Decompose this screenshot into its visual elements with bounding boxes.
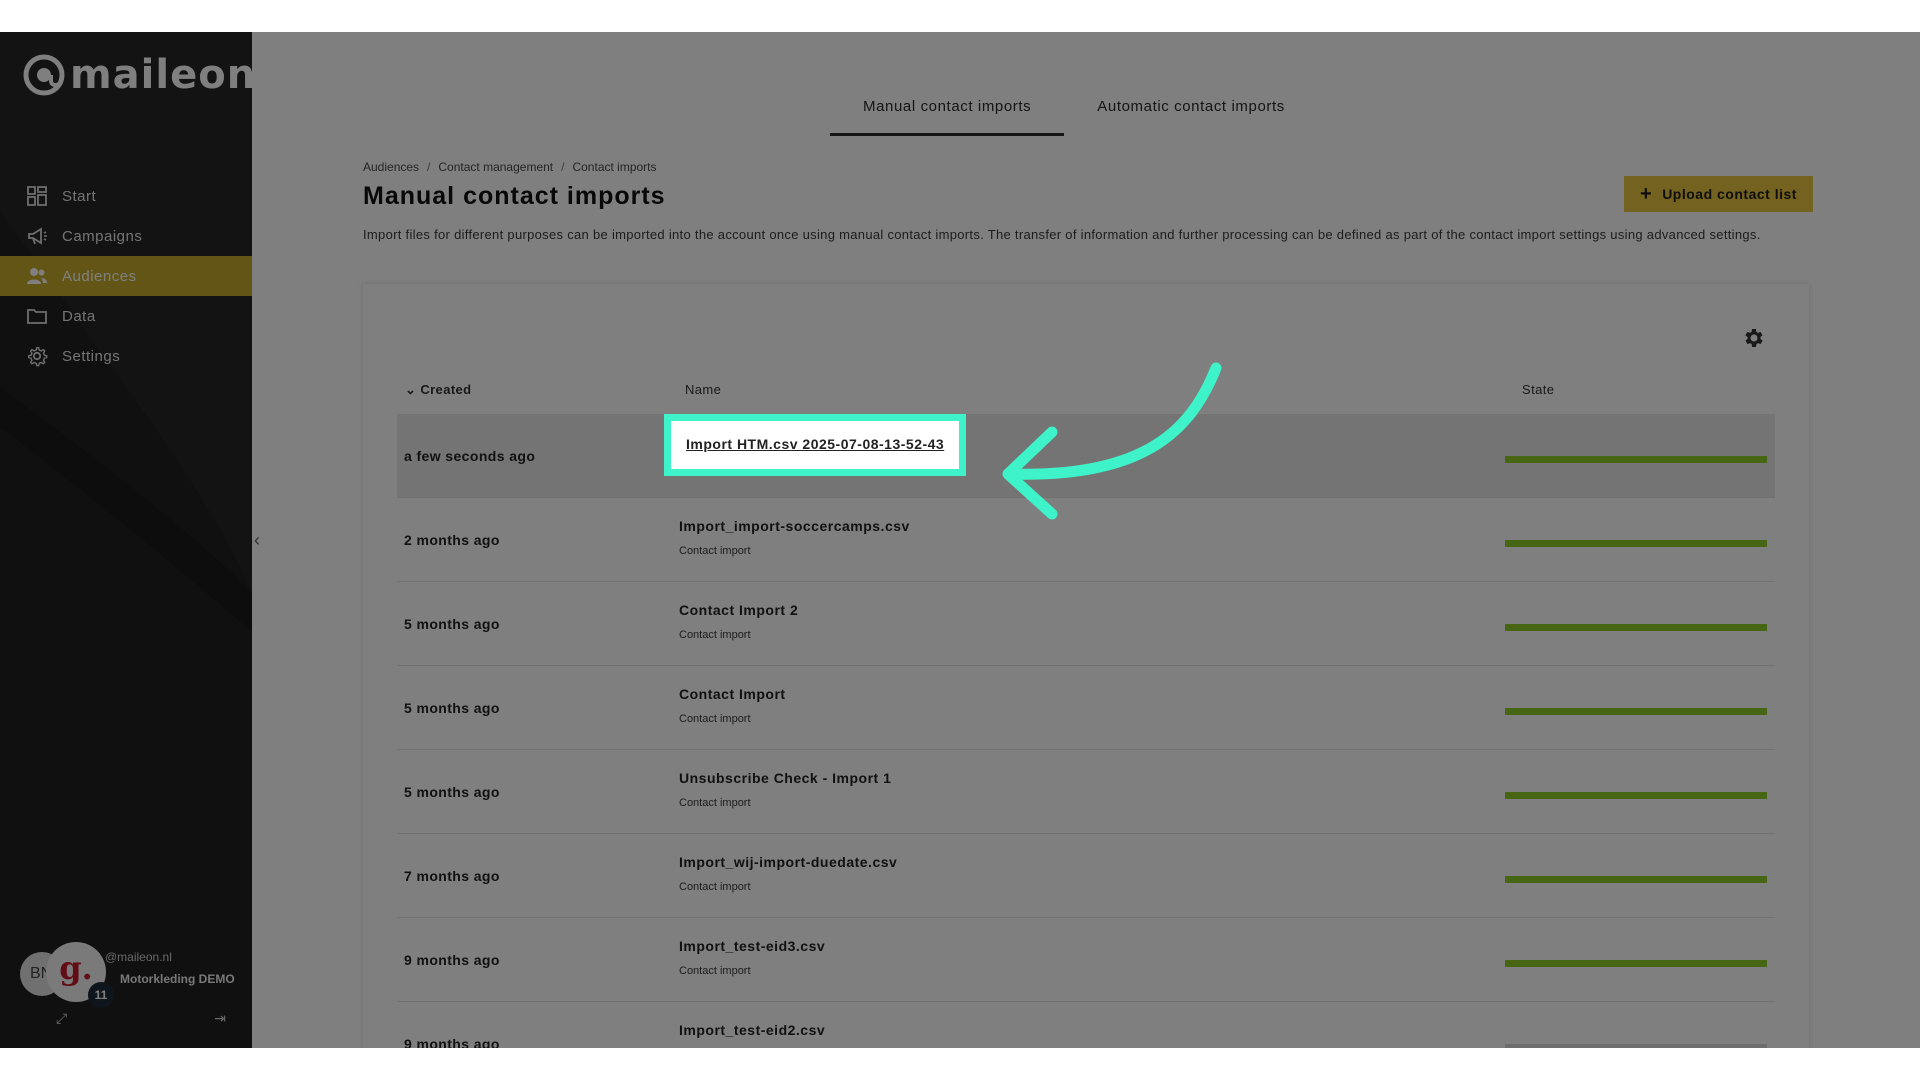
user-email: @maileon.nl <box>105 950 172 964</box>
row-created: 9 months ago <box>404 952 500 968</box>
row-name-link[interactable]: Import_test-eid3.csv <box>679 938 825 954</box>
sort-desc-icon: ⌄ <box>405 382 417 397</box>
row-created: 5 months ago <box>404 616 500 632</box>
account-name: Motorkleding DEMO <box>120 972 235 986</box>
row-state-bar <box>1505 624 1767 631</box>
row-state-fill <box>1505 456 1767 463</box>
sidebar: maileon Start Campaigns Audiences Data S… <box>0 32 252 1048</box>
page-description: Import files for different purposes can … <box>363 227 1761 242</box>
folder-icon <box>27 309 47 324</box>
breadcrumb-item-contact-management[interactable]: Contact management <box>438 160 553 174</box>
row-state-fill <box>1505 960 1767 967</box>
app-frame: maileon Start Campaigns Audiences Data S… <box>0 32 1920 1048</box>
expand-icon[interactable]: ⤢ <box>56 1010 67 1027</box>
tab-automatic-contact-imports[interactable]: Automatic contact imports <box>1064 84 1318 136</box>
row-created: 9 months ago <box>404 1036 500 1048</box>
table-row[interactable]: 5 months ago Contact Import 2 Contact im… <box>397 582 1775 666</box>
row-type: Contact import <box>679 629 751 641</box>
imports-table-body: a few seconds ago Import HTM.csv 2025-07… <box>397 414 1775 1048</box>
notification-badge[interactable]: 11 <box>88 982 114 1008</box>
table-row[interactable]: a few seconds ago Import HTM.csv 2025-07… <box>397 414 1775 498</box>
logout-icon[interactable]: ⇥ <box>214 1010 226 1027</box>
page-title: Manual contact imports <box>363 182 666 210</box>
row-created: 5 months ago <box>404 784 500 800</box>
row-created: 2 months ago <box>404 532 500 548</box>
row-state-fill <box>1505 624 1767 631</box>
row-created: 5 months ago <box>404 700 500 716</box>
breadcrumb-separator: / <box>561 160 565 174</box>
table-settings-gear-icon[interactable] <box>1741 326 1765 350</box>
table-row[interactable]: 5 months ago Unsubscribe Check - Import … <box>397 750 1775 834</box>
breadcrumb: Audiences / Contact management / Contact… <box>363 160 657 174</box>
plus-icon: + <box>1640 182 1653 205</box>
row-name-link[interactable]: Unsubscribe Check - Import 1 <box>679 770 891 786</box>
column-header-created[interactable]: ⌄ Created <box>405 382 472 398</box>
table-header: ⌄ Created Name State <box>397 382 1775 406</box>
row-state-fill <box>1505 708 1767 715</box>
at-logo-icon <box>23 54 65 96</box>
sidebar-item-label: Audiences <box>62 267 137 285</box>
row-state-bar <box>1505 456 1767 463</box>
sidebar-item-label: Start <box>62 187 97 205</box>
row-type: Contact import <box>679 881 751 893</box>
table-row[interactable]: 7 months ago Import_wij-import-duedate.c… <box>397 834 1775 918</box>
sidebar-nav: Start Campaigns Audiences Data Settings <box>0 176 252 376</box>
row-type: Contact import <box>679 797 751 809</box>
breadcrumb-item-contact-imports: Contact imports <box>572 160 657 174</box>
row-state-bar <box>1505 1044 1767 1048</box>
table-row[interactable]: 9 months ago Import_test-eid3.csv Contac… <box>397 918 1775 1002</box>
sidebar-item-label: Data <box>62 307 96 325</box>
upload-contact-list-button[interactable]: + Upload contact list <box>1624 176 1813 212</box>
row-state-bar <box>1505 708 1767 715</box>
row-state-bar <box>1505 960 1767 967</box>
sidebar-collapse-chevron-icon[interactable]: ‹ <box>254 530 260 551</box>
user-area: BN g. 11 @maileon.nl Motorkleding DEMO ⤢… <box>20 930 245 1026</box>
row-state-bar <box>1505 792 1767 799</box>
row-state-bar <box>1505 876 1767 883</box>
sidebar-item-start[interactable]: Start <box>0 176 252 216</box>
sidebar-item-campaigns[interactable]: Campaigns <box>0 216 252 256</box>
people-icon <box>27 268 47 284</box>
table-row[interactable]: 5 months ago Contact Import Contact impo… <box>397 666 1775 750</box>
sidebar-item-label: Settings <box>62 347 121 365</box>
dashboard-icon <box>27 186 47 206</box>
row-state-fill <box>1505 540 1767 547</box>
row-type: Contact import <box>679 713 751 725</box>
main-content: Manual contact imports Automatic contact… <box>252 32 1920 1048</box>
row-name-link[interactable]: Contact Import <box>679 686 786 702</box>
tab-manual-contact-imports[interactable]: Manual contact imports <box>830 84 1065 136</box>
upload-button-label: Upload contact list <box>1662 186 1797 202</box>
row-state-bar <box>1505 540 1767 547</box>
gear-icon <box>27 346 48 367</box>
user-actions: ⤢ ⇥ <box>56 1010 226 1027</box>
sidebar-item-audiences[interactable]: Audiences <box>0 256 252 296</box>
row-name-link[interactable]: Import_import-soccercamps.csv <box>679 518 910 534</box>
row-created: a few seconds ago <box>404 448 536 464</box>
row-name-link[interactable]: Import_test-eid2.csv <box>679 1022 825 1038</box>
tab-bar: Manual contact imports Automatic contact… <box>830 84 1318 136</box>
megaphone-icon <box>28 227 47 245</box>
sidebar-item-label: Campaigns <box>62 227 143 245</box>
row-name-link[interactable]: Import_wij-import-duedate.csv <box>679 854 897 870</box>
tutorial-spotlight: Import HTM.csv 2025-07-08-13-52-43 <box>664 414 966 476</box>
row-state-fill <box>1505 792 1767 799</box>
column-header-state[interactable]: State <box>1522 382 1554 397</box>
row-state-fill <box>1505 876 1767 883</box>
table-row[interactable]: 2 months ago Import_import-soccercamps.c… <box>397 498 1775 582</box>
row-created: 7 months ago <box>404 868 500 884</box>
breadcrumb-item-audiences[interactable]: Audiences <box>363 160 419 174</box>
row-name-link[interactable]: Contact Import 2 <box>679 602 798 618</box>
brand-logo[interactable]: maileon <box>22 52 252 98</box>
sidebar-item-settings[interactable]: Settings <box>0 336 252 376</box>
column-header-name[interactable]: Name <box>685 382 721 397</box>
brand-name: maileon <box>70 52 252 98</box>
highlighted-import-name-link[interactable]: Import HTM.csv 2025-07-08-13-52-43 <box>686 436 944 452</box>
breadcrumb-separator: / <box>427 160 431 174</box>
table-row[interactable]: 9 months ago Import_test-eid2.csv Contac… <box>397 1002 1775 1048</box>
row-type: Contact import <box>679 545 751 557</box>
sidebar-item-data[interactable]: Data <box>0 296 252 336</box>
row-type: Contact import <box>679 965 751 977</box>
column-header-label: Created <box>420 382 472 397</box>
imports-table-card: ⌄ Created Name State a few seconds ago I… <box>363 284 1809 1048</box>
